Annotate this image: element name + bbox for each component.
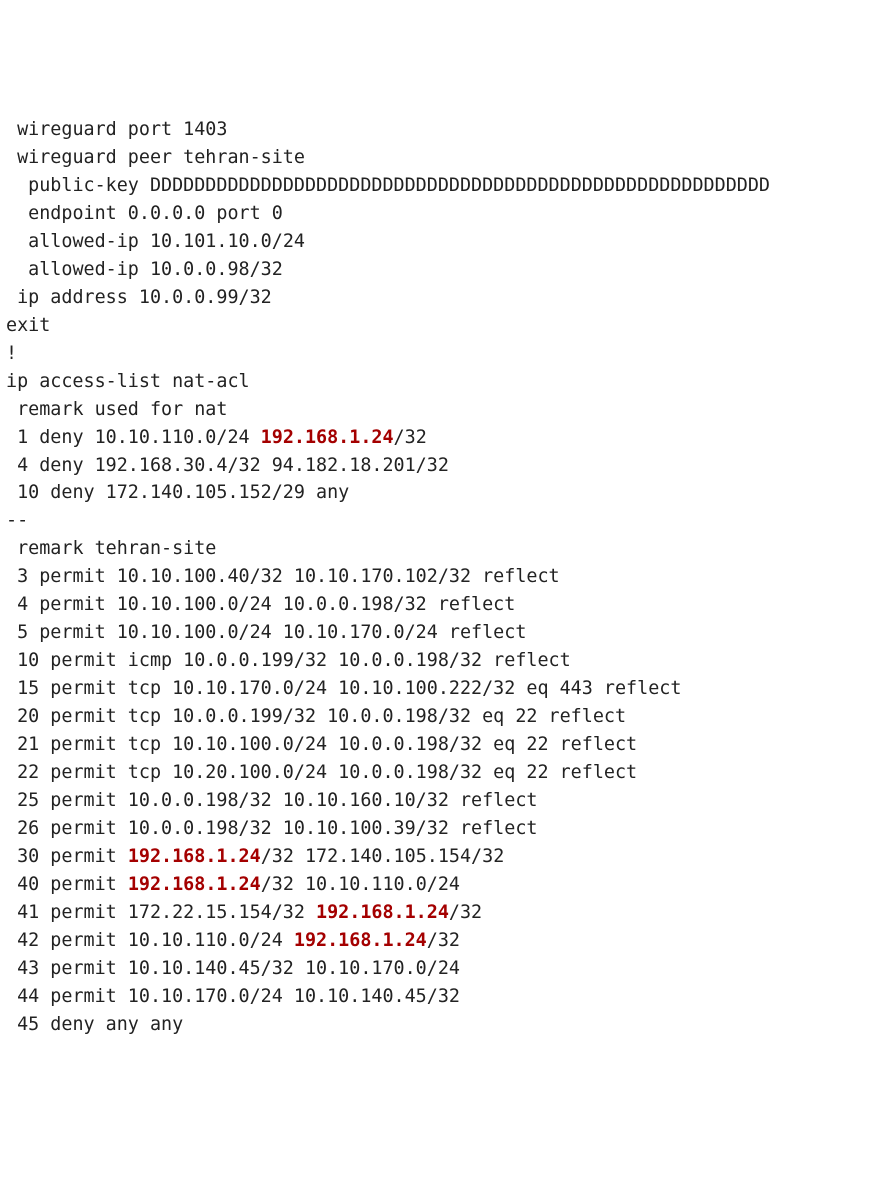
text-segment: 21 permit tcp 10.10.100.0/24 10.0.0.198/…: [17, 734, 637, 755]
text-segment: 22 permit tcp 10.20.100.0/24 10.0.0.198/…: [17, 762, 637, 783]
text-segment: allowed-ip 10.0.0.98/32: [28, 259, 283, 280]
text-segment: exit: [6, 315, 50, 336]
config-line: 45 deny any any: [6, 1011, 879, 1039]
config-line: allowed-ip 10.0.0.98/32: [6, 256, 879, 284]
text-segment: /32: [394, 427, 427, 448]
config-line: allowed-ip 10.101.10.0/24: [6, 228, 879, 256]
config-line: 20 permit tcp 10.0.0.199/32 10.0.0.198/3…: [6, 703, 879, 731]
text-segment: !: [6, 343, 17, 364]
text-segment: 15 permit tcp 10.10.170.0/24 10.10.100.2…: [17, 678, 681, 699]
text-segment: allowed-ip 10.101.10.0/24: [28, 231, 305, 252]
config-line: 44 permit 10.10.170.0/24 10.10.140.45/32: [6, 983, 879, 1011]
config-line: remark tehran-site: [6, 535, 879, 563]
text-segment: 42 permit 10.10.110.0/24: [17, 930, 294, 951]
text-segment: 20 permit tcp 10.0.0.199/32 10.0.0.198/3…: [17, 706, 626, 727]
text-segment: 44 permit 10.10.170.0/24 10.10.140.45/32: [17, 986, 460, 1007]
text-segment: 4 deny 192.168.30.4/32 94.182.18.201/32: [17, 455, 449, 476]
config-line: ip access-list nat-acl: [6, 368, 879, 396]
config-line: wireguard peer tehran-site: [6, 144, 879, 172]
config-line: 22 permit tcp 10.20.100.0/24 10.0.0.198/…: [6, 759, 879, 787]
config-line: !: [6, 340, 879, 368]
config-line: ip address 10.0.0.99/32: [6, 284, 879, 312]
config-line: 26 permit 10.0.0.198/32 10.10.100.39/32 …: [6, 815, 879, 843]
text-segment: 30 permit: [17, 846, 128, 867]
text-segment: public-key DDDDDDDDDDDDDDDDDDDDDDDDDDDDD…: [28, 175, 770, 196]
config-line: 41 permit 172.22.15.154/32 192.168.1.24/…: [6, 899, 879, 927]
text-segment: /32 10.10.110.0/24: [261, 874, 460, 895]
text-segment: 10 permit icmp 10.0.0.199/32 10.0.0.198/…: [17, 650, 571, 671]
text-segment: 4 permit 10.10.100.0/24 10.0.0.198/32 re…: [17, 594, 515, 615]
config-line: public-key DDDDDDDDDDDDDDDDDDDDDDDDDDDDD…: [6, 172, 879, 200]
highlighted-ip: 192.168.1.24: [128, 846, 261, 867]
text-segment: 1 deny 10.10.110.0/24: [17, 427, 261, 448]
text-segment: 5 permit 10.10.100.0/24 10.10.170.0/24 r…: [17, 622, 526, 643]
text-segment: wireguard peer tehran-site: [17, 147, 305, 168]
highlighted-ip: 192.168.1.24: [261, 427, 394, 448]
config-line: endpoint 0.0.0.0 port 0: [6, 200, 879, 228]
config-line: 25 permit 10.0.0.198/32 10.10.160.10/32 …: [6, 787, 879, 815]
text-segment: wireguard port 1403: [17, 119, 227, 140]
text-segment: 3 permit 10.10.100.40/32 10.10.170.102/3…: [17, 566, 560, 587]
text-segment: endpoint 0.0.0.0 port 0: [28, 203, 283, 224]
text-segment: 45 deny any any: [17, 1014, 183, 1035]
text-segment: 41 permit 172.22.15.154/32: [17, 902, 316, 923]
text-segment: ip address 10.0.0.99/32: [17, 287, 272, 308]
config-line: 42 permit 10.10.110.0/24 192.168.1.24/32: [6, 927, 879, 955]
config-line: 30 permit 192.168.1.24/32 172.140.105.15…: [6, 843, 879, 871]
text-segment: /32: [427, 930, 460, 951]
config-line: --: [6, 507, 879, 535]
config-line: 3 permit 10.10.100.40/32 10.10.170.102/3…: [6, 563, 879, 591]
config-line: 40 permit 192.168.1.24/32 10.10.110.0/24: [6, 871, 879, 899]
config-line: exit: [6, 312, 879, 340]
config-line: 21 permit tcp 10.10.100.0/24 10.0.0.198/…: [6, 731, 879, 759]
config-line: 5 permit 10.10.100.0/24 10.10.170.0/24 r…: [6, 619, 879, 647]
text-segment: 43 permit 10.10.140.45/32 10.10.170.0/24: [17, 958, 460, 979]
text-segment: --: [6, 510, 28, 531]
text-segment: remark tehran-site: [17, 538, 216, 559]
config-line: 15 permit tcp 10.10.170.0/24 10.10.100.2…: [6, 675, 879, 703]
highlighted-ip: 192.168.1.24: [128, 874, 261, 895]
highlighted-ip: 192.168.1.24: [294, 930, 427, 951]
terminal-output: wireguard port 1403 wireguard peer tehra…: [6, 116, 879, 1039]
config-line: wireguard port 1403: [6, 116, 879, 144]
text-segment: 26 permit 10.0.0.198/32 10.10.100.39/32 …: [17, 818, 537, 839]
config-line: remark used for nat: [6, 396, 879, 424]
text-segment: 10 deny 172.140.105.152/29 any: [17, 482, 349, 503]
config-line: 1 deny 10.10.110.0/24 192.168.1.24/32: [6, 424, 879, 452]
text-segment: ip access-list nat-acl: [6, 371, 250, 392]
config-line: 4 deny 192.168.30.4/32 94.182.18.201/32: [6, 452, 879, 480]
text-segment: remark used for nat: [17, 399, 227, 420]
config-line: 10 deny 172.140.105.152/29 any: [6, 479, 879, 507]
highlighted-ip: 192.168.1.24: [316, 902, 449, 923]
text-segment: 25 permit 10.0.0.198/32 10.10.160.10/32 …: [17, 790, 537, 811]
text-segment: /32: [449, 902, 482, 923]
text-segment: 40 permit: [17, 874, 128, 895]
text-segment: /32 172.140.105.154/32: [261, 846, 505, 867]
config-line: 4 permit 10.10.100.0/24 10.0.0.198/32 re…: [6, 591, 879, 619]
config-line: 10 permit icmp 10.0.0.199/32 10.0.0.198/…: [6, 647, 879, 675]
